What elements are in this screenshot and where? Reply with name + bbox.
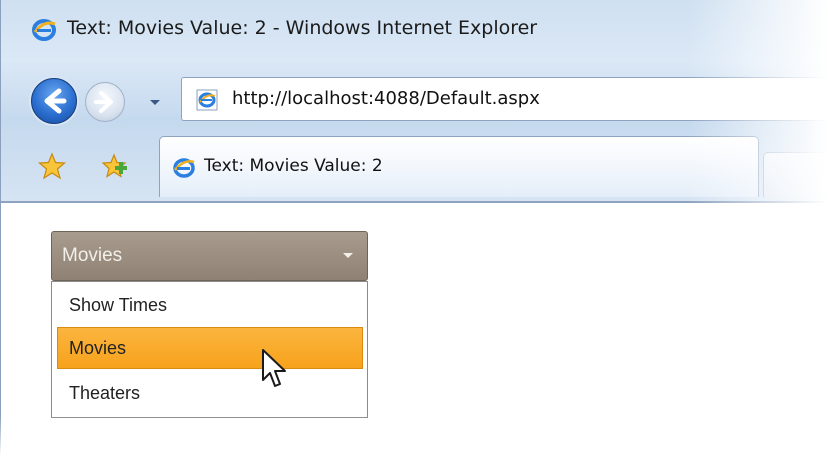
forward-arrow-icon bbox=[94, 91, 113, 113]
add-favorites-icon[interactable] bbox=[99, 152, 129, 180]
url-text: http://localhost:4088/Default.aspx bbox=[232, 88, 540, 109]
forward-button[interactable] bbox=[85, 82, 125, 122]
recent-pages-dropdown-icon[interactable] bbox=[147, 94, 163, 110]
mouse-pointer-icon bbox=[262, 349, 286, 387]
title-bar: Text: Movies Value: 2 - Windows Internet… bbox=[1, 0, 828, 60]
list-item-show-times[interactable]: Show Times bbox=[57, 284, 363, 326]
combobox[interactable]: Movies bbox=[51, 231, 368, 281]
tab-ie-icon bbox=[173, 158, 195, 178]
tab-label: Text: Movies Value: 2 bbox=[204, 156, 383, 176]
chevron-down-icon[interactable] bbox=[343, 253, 353, 258]
back-arrow-icon bbox=[44, 88, 67, 114]
tab-bar: Text: Movies Value: 2 bbox=[1, 130, 828, 203]
tab-current[interactable]: Text: Movies Value: 2 bbox=[159, 136, 759, 197]
combobox-selected-text: Movies bbox=[62, 245, 123, 266]
page-ie-icon bbox=[196, 89, 218, 111]
address-bar[interactable]: http://localhost:4088/Default.aspx bbox=[181, 77, 828, 121]
combobox-dropdown-list: Show Times Movies Theaters bbox=[51, 281, 368, 418]
browser-chrome: Text: Movies Value: 2 - Windows Internet… bbox=[0, 0, 828, 203]
new-tab-button[interactable] bbox=[763, 152, 828, 197]
list-item-theaters[interactable]: Theaters bbox=[57, 372, 363, 414]
navigation-bar: http://localhost:4088/Default.aspx bbox=[1, 68, 828, 124]
back-button[interactable] bbox=[31, 78, 77, 124]
window-title: Text: Movies Value: 2 - Windows Internet… bbox=[67, 17, 538, 39]
ie-logo-icon bbox=[32, 19, 56, 41]
page-content: Movies Show Times Movies Theaters bbox=[0, 203, 828, 456]
favorites-star-icon[interactable] bbox=[37, 152, 67, 180]
list-item-movies[interactable]: Movies bbox=[57, 327, 363, 369]
browser-window: Text: Movies Value: 2 - Windows Internet… bbox=[0, 0, 828, 456]
